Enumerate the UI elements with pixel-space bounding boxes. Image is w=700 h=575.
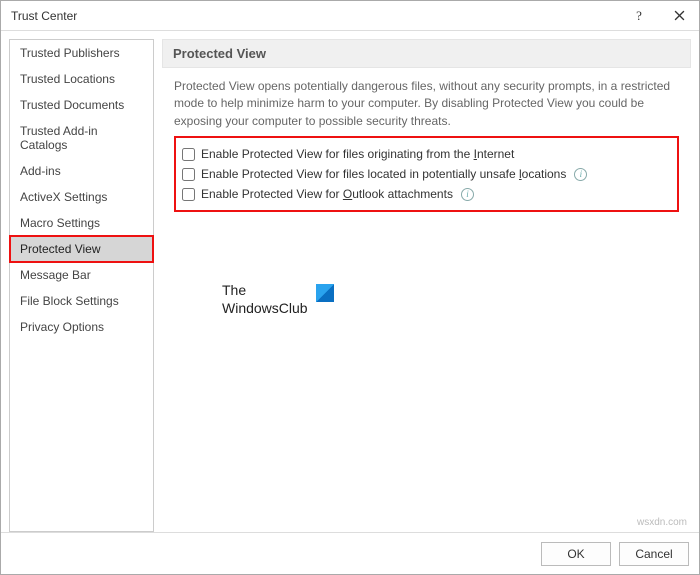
logo-line1: The xyxy=(222,282,308,300)
checkbox-internet[interactable] xyxy=(182,148,195,161)
ok-button[interactable]: OK xyxy=(541,542,611,566)
sidebar-item-protected-view[interactable]: Protected View xyxy=(10,236,153,262)
sidebar-item-trusted-publishers[interactable]: Trusted Publishers xyxy=(10,40,153,66)
close-icon xyxy=(674,10,685,21)
sidebar-item-message-bar[interactable]: Message Bar xyxy=(10,262,153,288)
sidebar-item-privacy-options[interactable]: Privacy Options xyxy=(10,314,153,340)
option-label: Enable Protected View for Outlook attach… xyxy=(201,187,453,201)
logo-line2: WindowsClub xyxy=(222,300,308,318)
window-title: Trust Center xyxy=(11,9,619,23)
main-panel: Protected View Protected View opens pote… xyxy=(162,39,691,532)
section-title: Protected View xyxy=(162,39,691,68)
help-button[interactable]: ? xyxy=(619,1,659,31)
sidebar-item-file-block-settings[interactable]: File Block Settings xyxy=(10,288,153,314)
sidebar-item-add-ins[interactable]: Add-ins xyxy=(10,158,153,184)
close-button[interactable] xyxy=(659,1,699,31)
logo-mark-icon xyxy=(316,284,334,302)
option-unsafe-locations[interactable]: Enable Protected View for files located … xyxy=(182,164,671,184)
sidebar-item-trusted-locations[interactable]: Trusted Locations xyxy=(10,66,153,92)
options-group: Enable Protected View for files originat… xyxy=(174,136,679,212)
titlebar: Trust Center ? xyxy=(1,1,699,31)
option-label: Enable Protected View for files originat… xyxy=(201,147,514,161)
sidebar-item-trusted-documents[interactable]: Trusted Documents xyxy=(10,92,153,118)
sidebar-item-macro-settings[interactable]: Macro Settings xyxy=(10,210,153,236)
sidebar: Trusted Publishers Trusted Locations Tru… xyxy=(9,39,154,532)
section-description: Protected View opens potentially dangero… xyxy=(162,68,691,136)
info-icon[interactable]: i xyxy=(461,188,474,201)
trust-center-window: Trust Center ? Trusted Publishers Truste… xyxy=(0,0,700,575)
sidebar-item-trusted-addin-catalogs[interactable]: Trusted Add-in Catalogs xyxy=(10,118,153,158)
logo-text: The WindowsClub xyxy=(222,282,308,317)
option-outlook-attachments[interactable]: Enable Protected View for Outlook attach… xyxy=(182,184,671,204)
checkbox-outlook-attachments[interactable] xyxy=(182,188,195,201)
info-icon[interactable]: i xyxy=(574,168,587,181)
logo: The WindowsClub xyxy=(222,282,691,317)
checkbox-unsafe-locations[interactable] xyxy=(182,168,195,181)
watermark: wsxdn.com xyxy=(637,517,687,528)
dialog-body: Trusted Publishers Trusted Locations Tru… xyxy=(1,31,699,532)
cancel-button[interactable]: Cancel xyxy=(619,542,689,566)
option-internet[interactable]: Enable Protected View for files originat… xyxy=(182,144,671,164)
sidebar-item-activex-settings[interactable]: ActiveX Settings xyxy=(10,184,153,210)
dialog-footer: OK Cancel xyxy=(1,532,699,574)
option-label: Enable Protected View for files located … xyxy=(201,167,566,181)
